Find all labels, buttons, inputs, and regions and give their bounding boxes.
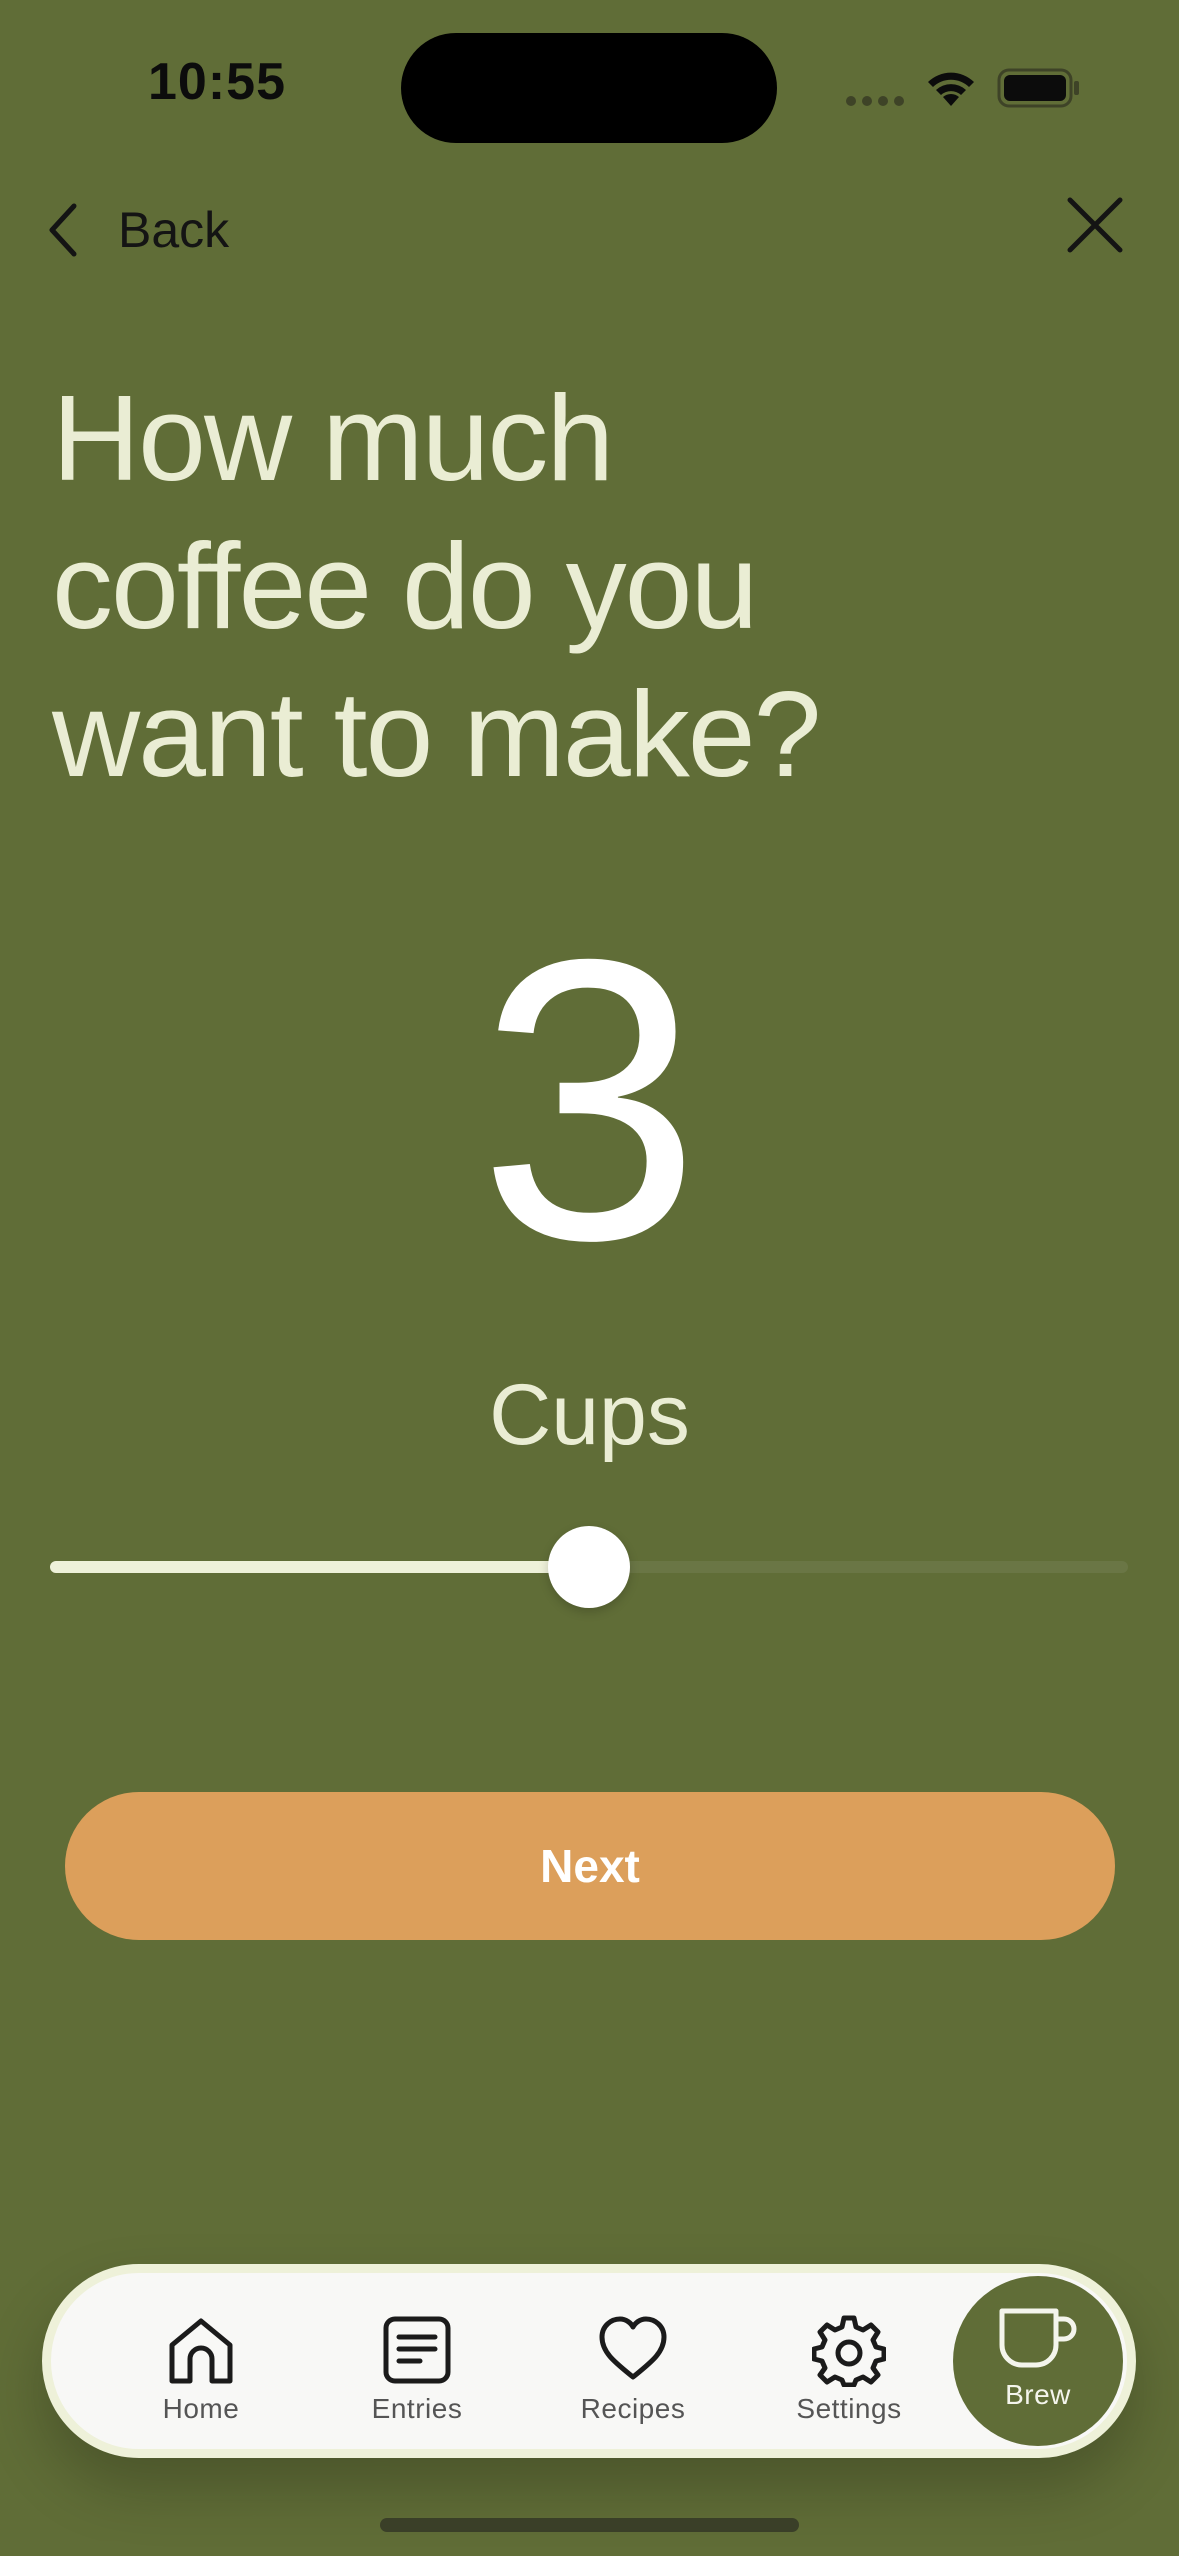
entries-icon [383, 2316, 451, 2384]
tab-label: Home [162, 2393, 240, 2424]
slider-fill [50, 1561, 589, 1573]
gear-icon [812, 2315, 886, 2387]
tab-home[interactable]: Home [111, 2313, 291, 2425]
status-time: 10:55 [148, 53, 286, 111]
tab-bar: Home Entries Recipes Settings Brew [42, 2264, 1136, 2458]
tab-entries[interactable]: Entries [327, 2313, 507, 2425]
cups-slider[interactable] [50, 1520, 1128, 1614]
chevron-left-icon [49, 203, 77, 257]
next-button[interactable]: Next [65, 1792, 1115, 1940]
tab-brew[interactable]: Brew [953, 2276, 1123, 2446]
cups-unit-label: Cups [489, 1367, 690, 1463]
back-button[interactable]: Back [44, 190, 229, 270]
tab-label: Entries [371, 2393, 463, 2424]
close-icon[interactable] [1060, 190, 1130, 260]
tab-label: Recipes [580, 2393, 686, 2424]
home-icon [169, 2318, 233, 2384]
question-line: coffee do you [52, 518, 758, 654]
cups-value: 3 [478, 876, 701, 1323]
dynamic-island [401, 33, 777, 143]
home-indicator [380, 2518, 799, 2532]
heart-icon [599, 2316, 667, 2380]
back-label: Back [118, 202, 230, 258]
tab-recipes[interactable]: Recipes [543, 2313, 723, 2425]
wifi-icon [928, 72, 974, 106]
tab-settings[interactable]: Settings [759, 2313, 939, 2425]
signal-icon [846, 96, 904, 106]
cup-icon [999, 2308, 1077, 2368]
battery-icon [997, 68, 1079, 108]
question-line: want to make? [52, 666, 821, 802]
question-line: How much [52, 370, 614, 506]
slider-thumb[interactable] [548, 1526, 630, 1608]
tab-label: Brew [1005, 2379, 1071, 2410]
question-title: How much coffee do you want to make? [52, 364, 1052, 808]
tab-label: Settings [796, 2393, 902, 2424]
